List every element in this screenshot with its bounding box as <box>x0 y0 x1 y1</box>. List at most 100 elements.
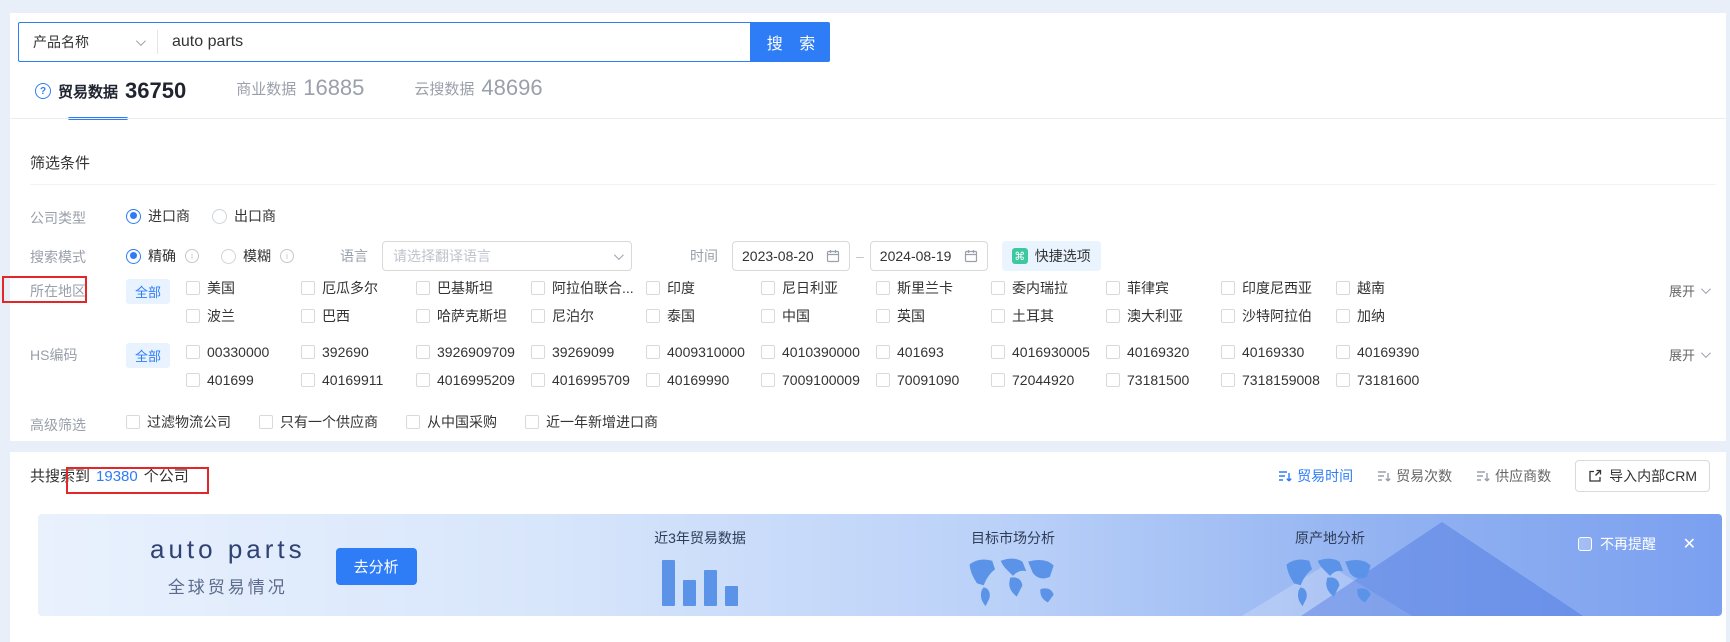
hs-code-checkbox[interactable]: 4010390000 <box>761 343 876 361</box>
hs-code-checkbox[interactable]: 7318159008 <box>1221 371 1336 389</box>
hs-code-all-tag[interactable]: 全部 <box>126 343 171 368</box>
close-icon[interactable]: ✕ <box>1683 534 1696 554</box>
hs-code-checkbox[interactable]: 40169990 <box>646 371 761 389</box>
region-checkbox[interactable]: 委内瑞拉 <box>991 279 1106 297</box>
advanced-checkbox[interactable]: 从中国采购 <box>406 413 497 431</box>
region-all-tag[interactable]: 全部 <box>126 279 171 304</box>
banner-subtitle: 全球贸易情况 <box>167 578 288 597</box>
hs-code-checkbox[interactable]: 40169911 <box>301 371 416 389</box>
region-checkbox[interactable]: 尼日利亚 <box>761 279 876 297</box>
import-crm-button[interactable]: 导入内部CRM <box>1575 460 1710 492</box>
hs-code-checkbox[interactable]: 4016995709 <box>531 371 646 389</box>
search-button[interactable]: 搜 索 <box>750 22 830 62</box>
result-count: 19380 <box>96 468 138 485</box>
checkbox-icon <box>1221 373 1236 387</box>
region-checkbox[interactable]: 美国 <box>186 279 301 297</box>
dismiss-checkbox[interactable] <box>1578 537 1592 551</box>
chevron-down-icon <box>613 249 624 260</box>
world-map-icon <box>969 558 1054 607</box>
radio-exporter[interactable]: 出口商 <box>212 206 276 226</box>
search-bar: 产品名称 搜 索 <box>18 22 830 62</box>
sort-trade-time[interactable]: 贸易时间 <box>1278 466 1353 486</box>
checkbox-icon <box>301 309 316 323</box>
region-checkbox[interactable]: 菲律宾 <box>1106 279 1221 297</box>
region-checkbox[interactable]: 中国 <box>761 307 876 325</box>
radio-importer[interactable]: 进口商 <box>126 206 190 226</box>
region-checkbox[interactable]: 巴基斯坦 <box>416 279 531 297</box>
region-checkbox[interactable]: 厄瓜多尔 <box>301 279 416 297</box>
hs-code-checkbox[interactable]: 4016930005 <box>991 343 1106 361</box>
search-category-select[interactable]: 产品名称 <box>19 23 157 61</box>
quick-options-button[interactable]: ⌘ 快捷选项 <box>1001 241 1101 271</box>
hs-code-checkbox[interactable]: 3926909709 <box>416 343 531 361</box>
checkbox-icon <box>876 281 891 295</box>
region-checkbox[interactable]: 英国 <box>876 307 991 325</box>
region-expand-link[interactable]: 展开 <box>1669 281 1711 300</box>
search-input[interactable] <box>158 23 750 61</box>
hs-code-expand-link[interactable]: 展开 <box>1669 345 1711 364</box>
end-date-input[interactable]: 2024-08-19 <box>869 241 988 271</box>
region-checkbox[interactable]: 泰国 <box>646 307 761 325</box>
hs-code-checkbox[interactable]: 73181500 <box>1106 371 1221 389</box>
checkbox-icon <box>301 373 316 387</box>
info-icon[interactable]: i <box>280 249 294 263</box>
hs-code-checkbox[interactable]: 7009100009 <box>761 371 876 389</box>
region-checkbox[interactable]: 巴西 <box>301 307 416 325</box>
start-date-input[interactable]: 2023-08-20 <box>732 241 850 271</box>
hs-code-checkbox[interactable]: 40169390 <box>1336 343 1451 361</box>
hs-code-checkbox[interactable]: 40169330 <box>1221 343 1336 361</box>
region-label: 所在地区 <box>30 283 86 299</box>
tab-trade-data[interactable]: ? 贸易数据 36750 <box>35 78 186 120</box>
region-filter-row: 所在地区 全部 美国 厄瓜多尔 巴基斯坦 阿拉伯联合... 印度 尼日利亚 斯里… <box>10 279 1726 325</box>
search-category-label: 产品名称 <box>33 34 89 50</box>
advanced-checkbox[interactable]: 过滤物流公司 <box>126 413 231 431</box>
banner-card-origin-analysis: 原产地分析 <box>1250 528 1410 608</box>
calendar-icon <box>826 250 840 263</box>
hs-code-checkbox[interactable]: 00330000 <box>186 343 301 361</box>
region-checkbox[interactable]: 哈萨克斯坦 <box>416 307 531 325</box>
region-checkbox[interactable]: 印度尼西亚 <box>1221 279 1336 297</box>
hs-code-checkbox[interactable]: 72044920 <box>991 371 1106 389</box>
region-checkbox[interactable]: 沙特阿拉伯 <box>1221 307 1336 325</box>
hs-code-checkbox[interactable]: 39269099 <box>531 343 646 361</box>
region-checkbox[interactable]: 阿拉伯联合... <box>531 279 646 297</box>
region-checkbox[interactable]: 印度 <box>646 279 761 297</box>
region-checkbox[interactable]: 越南 <box>1336 279 1451 297</box>
region-checkbox[interactable]: 波兰 <box>186 307 301 325</box>
question-circle-icon[interactable]: ? <box>35 83 51 99</box>
radio-selected-icon <box>126 208 141 224</box>
checkbox-icon <box>1221 281 1236 295</box>
checkbox-icon <box>301 281 316 295</box>
hs-code-checkbox[interactable]: 392690 <box>301 343 416 361</box>
tab-business-data[interactable]: 商业数据 16885 <box>236 75 364 117</box>
sort-trade-count[interactable]: 贸易次数 <box>1377 466 1452 486</box>
sort-bar: 贸易时间 贸易次数 供应商数 导入内部CRM <box>1278 460 1710 492</box>
hs-code-checkbox[interactable]: 73181600 <box>1336 371 1451 389</box>
sort-supplier-count[interactable]: 供应商数 <box>1476 466 1551 486</box>
radio-fuzzy-mode[interactable]: 模糊 i <box>221 246 294 266</box>
advanced-checkbox[interactable]: 近一年新增进口商 <box>525 413 658 431</box>
hs-code-checkbox[interactable]: 4009310000 <box>646 343 761 361</box>
checkbox-icon <box>1106 345 1121 359</box>
hs-code-checkbox[interactable]: 40169320 <box>1106 343 1221 361</box>
region-checkbox[interactable]: 加纳 <box>1336 307 1451 325</box>
tab-cloud-search-data[interactable]: 云搜数据 48696 <box>414 75 542 117</box>
hs-code-checkbox[interactable]: 70091090 <box>876 371 991 389</box>
checkbox-icon <box>259 415 273 429</box>
region-checkbox[interactable]: 土耳其 <box>991 307 1106 325</box>
radio-exact-mode[interactable]: 精确 i <box>126 246 199 266</box>
hs-code-checkbox[interactable]: 401693 <box>876 343 991 361</box>
checkbox-icon <box>531 373 546 387</box>
hs-code-checkbox[interactable]: 401699 <box>186 371 301 389</box>
analyze-button[interactable]: 去分析 <box>335 547 417 585</box>
region-checkbox[interactable]: 斯里兰卡 <box>876 279 991 297</box>
hs-code-checkbox[interactable]: 4016995209 <box>416 371 531 389</box>
filter-section-title: 筛选条件 <box>30 155 91 172</box>
region-checkbox[interactable]: 澳大利亚 <box>1106 307 1221 325</box>
language-select[interactable]: 请选择翻译语言 <box>382 241 632 271</box>
divider <box>10 118 1726 119</box>
advanced-checkbox[interactable]: 只有一个供应商 <box>259 413 378 431</box>
info-icon[interactable]: i <box>185 249 199 263</box>
analysis-banner: auto parts 全球贸易情况 去分析 近3年贸易数据 目标市场分析 原产地… <box>38 514 1722 616</box>
region-checkbox[interactable]: 尼泊尔 <box>531 307 646 325</box>
